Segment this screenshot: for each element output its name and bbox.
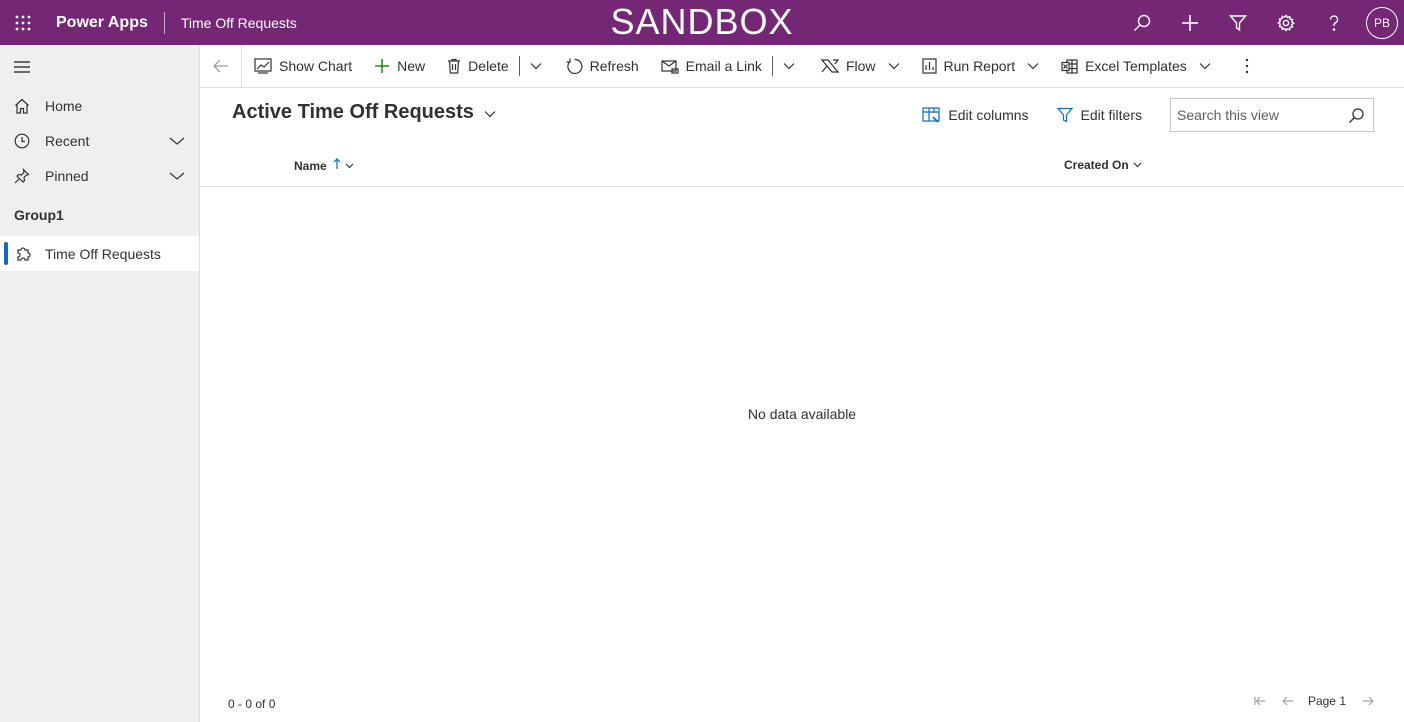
arrow-right-icon <box>1363 696 1374 706</box>
top-bar: Power Apps Time Off Requests SANDBOX PB <box>0 0 1404 45</box>
sidebar-item-label: Pinned <box>45 167 89 184</box>
view-title: Active Time Off Requests <box>232 101 474 123</box>
chevron-down-icon <box>345 163 354 169</box>
run-report-button[interactable]: Run Report <box>914 45 1020 88</box>
hamburger-icon <box>14 60 30 73</box>
flow-icon <box>820 59 839 73</box>
excel-icon <box>1061 58 1078 74</box>
help-icon <box>1329 14 1339 31</box>
flow-dropdown-button[interactable] <box>880 45 908 88</box>
header-help-button[interactable] <box>1310 0 1358 45</box>
chevron-down-icon <box>530 63 542 70</box>
edit-columns-button[interactable]: Edit columns <box>922 107 1029 123</box>
sidebar: Home Recent Pinned Group1 Time Off Reque… <box>0 45 200 722</box>
search-view-box <box>1170 98 1374 132</box>
waffle-icon <box>15 15 30 30</box>
record-count: 0 - 0 of 0 <box>228 697 276 711</box>
sidebar-item-label: Home <box>45 97 83 114</box>
chevron-down-icon <box>888 63 899 70</box>
chevron-down-icon[interactable] <box>169 168 185 184</box>
edit-filters-button[interactable]: Edit filters <box>1056 107 1142 123</box>
app-launcher-button[interactable] <box>0 0 45 45</box>
edit-columns-icon <box>922 107 940 123</box>
run-report-dropdown-button[interactable] <box>1019 45 1047 88</box>
separator <box>771 56 773 76</box>
sidebar-item-pinned[interactable]: Pinned <box>0 158 199 193</box>
refresh-icon <box>566 58 583 75</box>
app-name[interactable]: Power Apps <box>56 14 148 32</box>
first-page-icon <box>1254 696 1266 706</box>
header-filter-button[interactable] <box>1214 0 1262 45</box>
email-link-icon <box>661 58 679 74</box>
search-icon <box>1134 14 1151 31</box>
header-new-button[interactable] <box>1166 0 1214 45</box>
grid-header: Name Created On <box>200 146 1404 187</box>
excel-templates-dropdown-button[interactable] <box>1191 45 1219 88</box>
sidebar-item-time-off-requests[interactable]: Time Off Requests <box>0 236 199 271</box>
chevron-down-icon <box>783 63 795 70</box>
separator <box>518 56 520 76</box>
pagination: Page 1 <box>1246 694 1382 708</box>
chevron-down-icon <box>1199 63 1211 70</box>
delete-more-button[interactable] <box>522 45 550 88</box>
puzzle-icon <box>16 245 34 262</box>
new-button[interactable]: New <box>366 45 433 88</box>
refresh-button[interactable]: Refresh <box>558 45 647 88</box>
plus-icon <box>1182 14 1198 31</box>
show-chart-button[interactable]: Show Chart <box>246 45 360 88</box>
previous-page-button[interactable] <box>1274 696 1302 706</box>
pin-icon <box>14 167 32 184</box>
chevron-down-icon <box>484 101 496 124</box>
more-commands-button[interactable] <box>1237 45 1257 88</box>
email-more-button[interactable] <box>775 45 803 88</box>
view-selector[interactable]: Active Time Off Requests <box>232 101 496 124</box>
arrow-left-icon <box>212 59 228 73</box>
page-label: Page 1 <box>1307 694 1346 708</box>
sidebar-item-recent[interactable]: Recent <box>0 123 199 158</box>
sidebar-item-home[interactable]: Home <box>0 88 199 123</box>
filter-icon <box>1056 107 1073 123</box>
excel-templates-button[interactable]: Excel Templates <box>1053 45 1191 88</box>
sidebar-group-label: Group1 <box>14 206 64 223</box>
flow-button[interactable]: Flow <box>813 45 880 88</box>
command-bar: Show Chart New Delete Refresh Email a Li… <box>200 44 1404 88</box>
gear-icon <box>1277 13 1295 32</box>
report-icon <box>921 58 937 74</box>
column-header-name[interactable]: Name <box>294 158 354 173</box>
back-button[interactable] <box>200 44 242 88</box>
search-icon[interactable] <box>1348 108 1364 127</box>
header-settings-button[interactable] <box>1262 0 1310 45</box>
header-search-button[interactable] <box>1118 0 1166 45</box>
email-link-button[interactable]: Email a Link <box>653 45 770 88</box>
header-divider <box>163 11 165 34</box>
arrow-left-icon <box>1282 696 1293 706</box>
sidebar-item-label: Recent <box>45 132 90 149</box>
app-title[interactable]: Time Off Requests <box>181 15 297 31</box>
filter-icon <box>1229 14 1247 31</box>
trash-icon <box>447 58 461 74</box>
chevron-down-icon[interactable] <box>169 133 185 149</box>
chevron-down-icon <box>1133 162 1142 168</box>
chevron-down-icon <box>1027 63 1039 70</box>
more-vertical-icon <box>1245 58 1248 74</box>
clock-icon <box>14 133 32 149</box>
next-page-button[interactable] <box>1354 696 1382 706</box>
sidebar-item-label: Time Off Requests <box>45 245 161 262</box>
user-avatar[interactable]: PB <box>1366 6 1398 39</box>
delete-button[interactable]: Delete <box>439 45 516 88</box>
empty-state-message: No data available <box>747 406 857 422</box>
first-page-button[interactable] <box>1246 696 1274 706</box>
sort-ascending-icon <box>333 158 341 173</box>
sidebar-collapse-button[interactable] <box>0 45 199 88</box>
column-header-created-on[interactable]: Created On <box>1064 158 1142 172</box>
plus-icon <box>374 58 390 74</box>
chart-icon <box>254 58 272 74</box>
search-view-input[interactable] <box>1177 107 1337 123</box>
home-icon <box>14 98 32 114</box>
